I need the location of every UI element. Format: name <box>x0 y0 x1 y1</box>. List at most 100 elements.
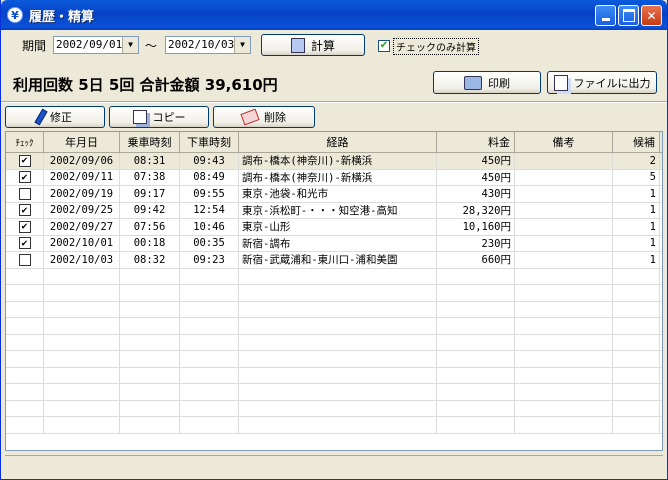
title-bar[interactable]: ¥ 履歴・精算 ✕ <box>1 0 667 30</box>
row-route: 東京-浜松町-・・・知空港-高知 <box>239 202 437 218</box>
row-board-time: 08:31 <box>120 153 180 169</box>
empty-cell <box>180 367 239 383</box>
empty-cell <box>44 285 120 301</box>
row-candidate: 1 <box>613 219 660 235</box>
row-date: 2002/09/19 <box>44 186 120 202</box>
empty-cell <box>44 384 120 400</box>
table-row[interactable]: 2002/10/03 08:32 09:23 新宿-武蔵浦和-東川口-浦和美園 660円… <box>6 252 662 269</box>
empty-cell <box>239 351 437 367</box>
header-check[interactable]: ﾁｪｯｸ <box>6 132 44 152</box>
separator <box>1 101 667 103</box>
chevron-down-icon[interactable]: ▼ <box>234 37 250 53</box>
empty-cell <box>6 268 44 284</box>
row-note <box>515 235 613 251</box>
row-route: 調布-橋本(神奈川)-新横浜 <box>239 169 437 185</box>
date-to-value: 2002/10/03 <box>168 38 235 51</box>
empty-cell <box>44 268 120 284</box>
row-note <box>515 252 613 268</box>
table-empty-area <box>6 268 662 434</box>
edit-button[interactable]: 修正 <box>5 106 105 128</box>
header-note[interactable]: 備考 <box>515 132 613 152</box>
row-board-time: 07:56 <box>120 219 180 235</box>
empty-cell <box>437 301 515 317</box>
maximize-button[interactable] <box>618 5 639 26</box>
empty-cell <box>239 318 437 334</box>
empty-cell <box>437 384 515 400</box>
print-button[interactable]: 印刷 <box>433 71 541 94</box>
empty-row <box>6 400 662 417</box>
status-bar <box>5 455 663 475</box>
row-candidate: 1 <box>613 202 660 218</box>
table-row[interactable]: 2002/09/19 09:17 09:55 東京-池袋-和光市 430円 1 <box>6 186 662 203</box>
row-note <box>515 202 613 218</box>
row-fare: 660円 <box>437 252 515 268</box>
history-table[interactable]: ﾁｪｯｸ 年月日 乗車時刻 下車時刻 経路 料金 備考 候補 ✔ 2002/09/… <box>5 131 663 451</box>
edit-button-label: 修正 <box>50 111 72 124</box>
empty-row <box>6 318 662 335</box>
export-button-label: ファイルに出力 <box>573 76 651 90</box>
check-only-checkbox[interactable]: ✔ <box>378 40 390 52</box>
table-row[interactable]: ✔ 2002/10/01 00:18 00:35 新宿-調布 230円 1 <box>6 235 662 252</box>
header-alight-time[interactable]: 下車時刻 <box>180 132 239 152</box>
empty-cell <box>6 400 44 416</box>
minimize-button[interactable] <box>595 5 616 26</box>
row-checkbox[interactable] <box>18 253 31 266</box>
empty-cell <box>180 400 239 416</box>
row-checkbox[interactable] <box>18 187 31 200</box>
empty-cell <box>515 268 613 284</box>
empty-cell <box>239 334 437 350</box>
check-only-label[interactable]: チェックのみ計算 <box>393 38 479 55</box>
export-file-button[interactable]: ファイルに出力 <box>547 71 657 94</box>
header-fare[interactable]: 料金 <box>437 132 515 152</box>
row-checkbox[interactable]: ✔ <box>18 171 31 184</box>
empty-cell <box>613 318 660 334</box>
header-board-time[interactable]: 乗車時刻 <box>120 132 180 152</box>
row-note <box>515 153 613 169</box>
copy-button[interactable]: コピー <box>109 106 209 128</box>
table-row[interactable]: ✔ 2002/09/27 07:56 10:46 東京-山形 10,160円 1 <box>6 219 662 236</box>
empty-cell <box>44 400 120 416</box>
row-fare: 28,320円 <box>437 202 515 218</box>
table-row[interactable]: ✔ 2002/09/25 09:42 12:54 東京-浜松町-・・・知空港-高知 28,… <box>6 202 662 219</box>
row-route: 新宿-調布 <box>239 235 437 251</box>
header-candidate[interactable]: 候補 <box>613 132 660 152</box>
row-fare: 230円 <box>437 235 515 251</box>
row-checkbox-cell: ✔ <box>6 169 44 185</box>
close-button[interactable]: ✕ <box>641 5 662 26</box>
table-header: ﾁｪｯｸ 年月日 乗車時刻 下車時刻 経路 料金 備考 候補 <box>6 132 662 153</box>
header-date[interactable]: 年月日 <box>44 132 120 152</box>
tilde-separator: 〜 <box>145 39 158 53</box>
row-note <box>515 169 613 185</box>
row-note <box>515 219 613 235</box>
empty-cell <box>437 334 515 350</box>
empty-cell <box>437 351 515 367</box>
row-checkbox[interactable]: ✔ <box>18 237 31 250</box>
empty-cell <box>44 334 120 350</box>
row-checkbox[interactable]: ✔ <box>18 220 31 233</box>
row-fare: 430円 <box>437 186 515 202</box>
empty-cell <box>120 334 180 350</box>
pencil-icon <box>34 108 48 126</box>
row-board-time: 09:42 <box>120 202 180 218</box>
table-row[interactable]: ✔ 2002/09/06 08:31 09:43 調布-橋本(神奈川)-新横浜 450円 2 <box>6 153 662 170</box>
chevron-down-icon[interactable]: ▼ <box>122 37 138 53</box>
empty-row <box>6 268 662 285</box>
empty-cell <box>6 285 44 301</box>
date-to-combo[interactable]: 2002/10/03 ▼ <box>165 36 251 54</box>
delete-button[interactable]: 削除 <box>213 106 315 128</box>
row-checkbox[interactable]: ✔ <box>18 204 31 217</box>
empty-cell <box>239 384 437 400</box>
empty-cell <box>44 351 120 367</box>
row-route: 東京-山形 <box>239 219 437 235</box>
date-from-combo[interactable]: 2002/09/01 ▼ <box>53 36 139 54</box>
empty-cell <box>515 318 613 334</box>
empty-cell <box>613 351 660 367</box>
table-row[interactable]: ✔ 2002/09/11 07:38 08:49 調布-橋本(神奈川)-新横浜 450円 5 <box>6 169 662 186</box>
calc-button[interactable]: 計算 <box>261 34 365 56</box>
row-checkbox[interactable]: ✔ <box>18 154 31 167</box>
row-route: 調布-橋本(神奈川)-新横浜 <box>239 153 437 169</box>
row-route: 東京-池袋-和光市 <box>239 186 437 202</box>
yen-icon: ¥ <box>7 7 23 23</box>
header-route[interactable]: 経路 <box>239 132 437 152</box>
eraser-icon <box>240 108 260 126</box>
